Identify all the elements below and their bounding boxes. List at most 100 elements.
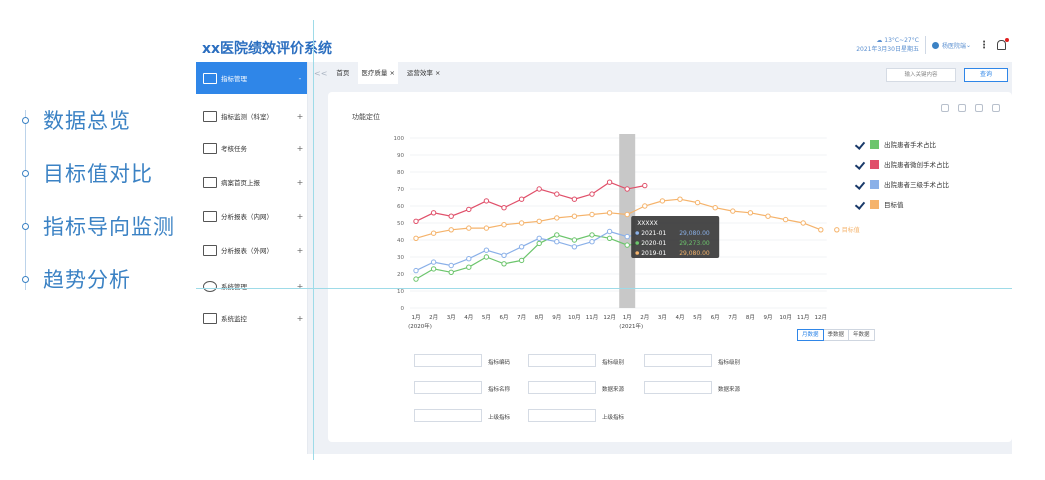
x-tick-label: 9月: [764, 314, 773, 321]
legend-item[interactable]: 出院患者三级手术占比: [856, 174, 949, 194]
year-label: (2020年): [408, 322, 432, 330]
y-tick-label: 70: [397, 187, 404, 193]
data-point: [466, 256, 472, 262]
y-tick-label: 10: [397, 289, 404, 295]
form-input[interactable]: [414, 381, 482, 394]
data-point: [501, 252, 507, 259]
data-point: [430, 266, 437, 272]
sidebar-item-index-monitor[interactable]: 指标监测（科室） +: [196, 100, 307, 132]
search-input[interactable]: 输入关键内容: [886, 68, 956, 82]
search-button[interactable]: 查询: [964, 68, 1008, 82]
x-tick-label: 8月: [746, 314, 755, 321]
chart-icon: [203, 210, 217, 222]
tooltip-value: 29,080.00: [679, 230, 710, 237]
data-point: [536, 218, 542, 225]
tab-home[interactable]: 首页: [333, 62, 352, 84]
x-tick-label: 3月: [447, 314, 456, 321]
data-point: [642, 203, 648, 209]
data-point: [624, 242, 630, 248]
feature-list-line: [25, 110, 26, 290]
sidebar-item-case-report[interactable]: 病案首页上报 +: [196, 166, 307, 198]
data-point: [554, 239, 560, 245]
form-input[interactable]: [528, 381, 596, 394]
x-tick-label: 10月: [779, 314, 792, 321]
period-year-button[interactable]: 年数据: [848, 329, 875, 341]
x-tick-label: 6月: [500, 314, 509, 321]
data-point: [606, 235, 613, 242]
data-point: [518, 196, 525, 202]
data-point: [589, 232, 595, 238]
form-input[interactable]: [528, 354, 596, 367]
data-point: [430, 230, 437, 236]
list-icon: [203, 142, 217, 154]
tooltip-marker: [635, 241, 639, 245]
monitor-icon: [203, 110, 217, 122]
legend-swatch: [870, 199, 879, 209]
data-point: [800, 220, 806, 226]
data-point: [483, 247, 490, 253]
data-point: [483, 254, 490, 260]
form-input[interactable]: [644, 354, 712, 367]
legend-item[interactable]: 目标值: [856, 194, 949, 214]
y-tick-label: 20: [397, 272, 404, 278]
period-month-button[interactable]: 月数据: [797, 329, 824, 341]
data-point: [571, 196, 578, 202]
header-right: ☁ 13°C~27°C 2021年3月30日星期五 杨医院端 ⌄ ⋮: [856, 36, 1009, 54]
data-point: [624, 186, 630, 192]
x-tick-label: 7月: [517, 314, 526, 321]
data-point: [448, 269, 454, 276]
target-end-marker: [834, 227, 840, 233]
tooltip-marker: [635, 231, 639, 235]
sidebar-item-system-management[interactable]: 系统管理 +: [196, 270, 307, 302]
sidebar-item-system-monitor[interactable]: 系统监控 +: [196, 302, 307, 334]
bullet-icon: [22, 116, 29, 124]
x-tick-label: 3月: [658, 314, 667, 321]
form-input[interactable]: [528, 409, 596, 422]
x-tick-label: 1月: [412, 314, 421, 321]
data-point: [571, 244, 578, 250]
data-point: [518, 257, 525, 264]
legend-item[interactable]: 出院患者微创手术占比: [856, 154, 949, 174]
period-quarter-button[interactable]: 季数据: [822, 329, 850, 341]
x-tick-label: 5月: [482, 314, 491, 321]
data-point: [413, 235, 419, 242]
data-point: [554, 191, 560, 197]
y-tick-label: 0: [401, 306, 405, 312]
x-tick-label: 2月: [640, 314, 649, 321]
data-point: [606, 228, 613, 235]
target-end-label: 目标值: [842, 226, 860, 234]
bell-icon[interactable]: [997, 38, 1009, 50]
x-tick-label: 11月: [797, 314, 810, 321]
form-input[interactable]: [644, 381, 712, 394]
y-tick-label: 50: [397, 221, 404, 227]
y-tick-label: 100: [394, 136, 405, 142]
x-tick-label: 1月: [623, 314, 632, 321]
data-point: [483, 225, 490, 231]
data-point: [642, 182, 648, 189]
user-menu[interactable]: 杨医院端 ⌄: [924, 36, 971, 54]
data-point: [730, 208, 736, 214]
sidebar-item-report-internal[interactable]: 分析报表（内网） +: [196, 200, 307, 232]
tab-operation-efficiency[interactable]: 运营效率 ×: [404, 62, 444, 84]
sidebar-item-index-management[interactable]: 指标管理 -: [196, 62, 307, 94]
y-tick-label: 90: [397, 153, 404, 159]
bullet-icon: [22, 275, 29, 283]
form-input[interactable]: [414, 354, 482, 367]
sidebar-item-assessment[interactable]: 考核任务 +: [196, 132, 307, 164]
data-point: [554, 215, 560, 221]
legend-swatch: [870, 179, 879, 189]
x-tick-label: 4月: [464, 314, 473, 321]
tab-nav-back[interactable]: <<: [314, 69, 327, 78]
data-point: [413, 276, 419, 282]
legend-item[interactable]: 出院患者手术占比: [856, 134, 949, 154]
data-point: [413, 218, 419, 225]
tab-medical-quality[interactable]: 医疗质量 ×: [358, 62, 398, 84]
more-icon[interactable]: ⋮: [979, 40, 989, 51]
chevron-down-icon: ⌄: [965, 41, 971, 49]
form-input[interactable]: [414, 409, 482, 422]
main-content: << 首页 医疗质量 × 运营效率 × 输入关键内容 查询 功能定位 0 10 20…: [308, 62, 1012, 454]
sidebar-item-report-external[interactable]: 分析报表（外网） +: [196, 234, 307, 266]
tooltip-marker: [635, 251, 639, 255]
data-point: [818, 227, 824, 233]
x-tick-label: 12月: [603, 314, 616, 321]
